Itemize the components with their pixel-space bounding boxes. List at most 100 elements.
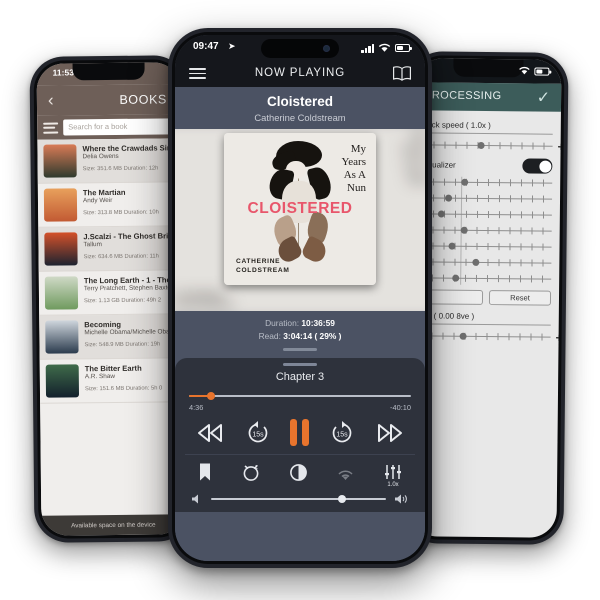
bookmark-button[interactable] <box>197 462 213 482</box>
center-status-bar: 09:47 ➤ <box>175 35 425 61</box>
speed-equalizer-button[interactable]: 1.0x <box>383 464 403 488</box>
back-chevron-left-icon[interactable]: ‹ <box>48 91 54 111</box>
sheet-grabber[interactable] <box>283 363 317 366</box>
book-list-item[interactable]: The Bitter Earth A.R. Shaw Size: 151.6 MB … <box>39 358 185 404</box>
sleep-timer-button[interactable]: z <box>241 462 261 482</box>
book-list[interactable]: Where the Crawdads Sing Delia Owens Size: … <box>37 138 186 510</box>
book-meta: The Bitter Earth A.R. Shaw Size: 151.6 MB … <box>85 363 178 397</box>
equalizer-band-slider[interactable] <box>421 240 552 253</box>
location-arrow-icon: ➤ <box>228 41 236 51</box>
book-cover-thumbnail <box>44 276 79 310</box>
book-cover-thumbnail <box>43 144 77 178</box>
speed-increase-button[interactable]: + <box>557 140 561 154</box>
pitch-slider[interactable]: + <box>420 330 561 345</box>
checkmark-icon[interactable]: ✓ <box>537 88 551 108</box>
equalizer-button-row: Reset <box>420 289 552 306</box>
right-settings-body: back speed ( 1.0x ) + Equalizer Reset tc… <box>412 110 561 354</box>
volume-control <box>191 493 409 505</box>
chapter-progress-slider[interactable] <box>189 392 411 400</box>
book-item-size-duration: Size: 351.6 MB Duration: 12h <box>82 165 159 172</box>
search-input[interactable]: Search for a book <box>63 118 176 136</box>
svg-text:z: z <box>255 465 258 471</box>
book-item-author: Tallum <box>83 241 102 249</box>
equalizer-band-slider[interactable] <box>421 208 552 221</box>
equalizer-band-slider[interactable] <box>421 272 552 285</box>
battery-icon <box>534 66 550 76</box>
equalizer-band-slider[interactable] <box>422 192 553 205</box>
left-phone-notch <box>72 62 145 81</box>
battery-icon <box>395 44 412 52</box>
right-status-bar <box>415 58 562 84</box>
skip-back-15-button[interactable]: 15s <box>245 420 271 446</box>
left-phone-screen: 11:53 ‹ BOOKS Search for a book Where th… <box>36 62 186 536</box>
book-item-author: Andy Weir <box>82 197 113 205</box>
play-pause-button[interactable] <box>290 419 310 446</box>
next-chapter-button[interactable] <box>375 422 405 444</box>
right-status-icons <box>518 66 550 76</box>
chapter-times: 4:36 -40:10 <box>189 403 411 412</box>
previous-chapter-button[interactable] <box>195 422 225 444</box>
book-cover-thumbnail <box>44 232 78 266</box>
book-item-author: Terry Pratchett, Stephen Baxter <box>83 284 174 293</box>
sheet-grabber-top[interactable] <box>283 348 317 351</box>
airplay-button[interactable] <box>336 463 355 481</box>
available-space-footer: Available space on the device <box>41 514 186 536</box>
book-cover-image[interactable]: My Years As A Nun CLOISTERED CATHERINE COLDS… <box>224 133 376 285</box>
wifi-icon <box>519 67 530 75</box>
skip-forward-15-button[interactable]: 15s <box>329 420 355 446</box>
right-header-title: PROCESSING <box>424 89 502 103</box>
volume-slider[interactable] <box>211 495 386 503</box>
theme-toggle-button[interactable] <box>289 463 308 482</box>
equalizer-band-slider[interactable] <box>421 224 552 237</box>
pitch-increase-button[interactable]: + <box>555 331 561 345</box>
cover-author: CATHERINE COLDSTREAM <box>236 257 290 274</box>
book-meta: J.Scalzi - The Ghost Brigades Tallum Size:… <box>83 231 176 265</box>
dynamic-island <box>261 39 339 58</box>
book-item-size-duration: Size: 1.13 GB Duration: 49h 2 <box>83 297 162 304</box>
equalizer-toggle-row[interactable]: Equalizer <box>422 157 553 174</box>
equalizer-band-slider[interactable] <box>422 176 553 189</box>
reset-button[interactable]: Reset <box>488 290 552 306</box>
playback-speed-slider[interactable]: + <box>422 139 561 154</box>
book-list-item[interactable]: The Long Earth - 1 - The Long EarthTerry… <box>38 270 184 316</box>
divider <box>420 323 551 326</box>
left-header-title: BOOKS <box>119 92 167 107</box>
hamburger-menu-icon[interactable] <box>43 122 59 134</box>
left-search-bar: Search for a book <box>37 114 182 140</box>
svg-text:15s: 15s <box>337 431 349 438</box>
player-tools: z 1.0x <box>175 462 425 488</box>
player-panel: Chapter 3 4:36 -40:10 15s 15s z 1.0x <box>175 358 425 512</box>
book-item-size-duration: Size: 313.8 MB Duration: 10h <box>83 209 159 216</box>
status-time: 09:47 <box>193 41 219 52</box>
book-title: Cloistered <box>266 94 334 109</box>
chapter-title: Chapter 3 <box>275 371 325 383</box>
book-item-author: Michelle Obama/Michelle Obama <box>84 328 178 337</box>
book-meta: The Long Earth - 1 - The Long EarthTerry… <box>84 275 177 309</box>
equalizer-band-sliders[interactable] <box>421 176 553 285</box>
book-list-item[interactable]: Becoming Michelle Obama/Michelle Obama Siz… <box>39 314 184 360</box>
book-list-item[interactable]: J.Scalzi - The Ghost Brigades Tallum Size:… <box>38 226 183 272</box>
book-list-item[interactable]: Where the Crawdads Sing Delia Owens Size: … <box>37 138 182 184</box>
cover-subtitle: My Years As A Nun <box>341 143 366 194</box>
equalizer-band-slider[interactable] <box>421 256 552 269</box>
open-book-icon[interactable] <box>392 65 412 87</box>
now-playing-navbar: NOW PLAYING <box>175 61 425 87</box>
center-phone-device: 09:47 ➤ NOW PLAYING Cloistered Catherine… <box>168 28 432 568</box>
read-value: 3:04:14 ( 29% ) <box>283 331 342 341</box>
center-phone-screen: 09:47 ➤ NOW PLAYING Cloistered Catherine… <box>175 35 425 561</box>
right-phone-notch <box>453 58 524 78</box>
read-row: Read: 3:04:14 ( 29% ) <box>175 331 425 341</box>
equalizer-switch[interactable] <box>522 158 553 174</box>
book-item-size-duration: Size: 634.6 MB Duration: 11h <box>83 253 159 260</box>
hamburger-menu-icon[interactable] <box>189 68 206 79</box>
now-playing-content: Cloistered Catherine Coldstream MyYearsA… <box>175 87 425 561</box>
screenshot-canvas: 11:53 ‹ BOOKS Search for a book Where th… <box>0 0 600 600</box>
duration-row: Duration: 10:36:59 <box>175 318 425 328</box>
book-list-item[interactable]: The Martian Andy Weir Size: 313.8 MB Durat… <box>37 182 183 228</box>
playback-controls: 15s 15s <box>175 419 425 446</box>
duration-value: 10:36:59 <box>301 318 335 328</box>
wifi-icon <box>378 43 391 52</box>
book-cover-thumbnail <box>45 364 80 398</box>
left-status-time: 11:53 <box>52 67 74 78</box>
left-header: ‹ BOOKS <box>36 84 182 116</box>
